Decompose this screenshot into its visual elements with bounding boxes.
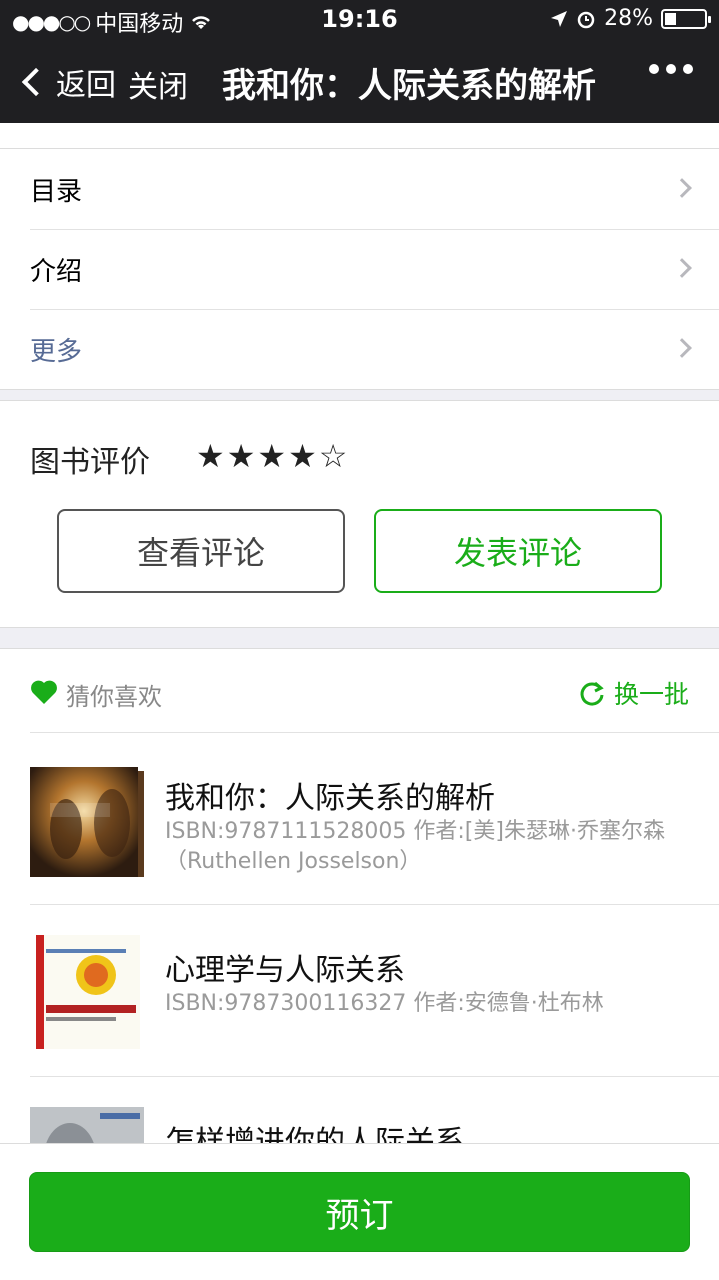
- star-filled-icon: ★: [257, 437, 287, 475]
- book-cover-image: [30, 935, 144, 1049]
- top-strip: [0, 123, 719, 148]
- more-dot-icon: [683, 64, 693, 74]
- alarm-icon: [577, 11, 595, 28]
- menu-item-label: 目录: [30, 176, 83, 207]
- location-arrow-icon: [551, 10, 568, 27]
- star-filled-icon: ★: [226, 437, 256, 475]
- book-title: 心理学与人际关系: [165, 953, 405, 988]
- back-button[interactable]: 返回: [18, 60, 116, 104]
- rating-label: 图书评价: [30, 445, 150, 480]
- battery-fill: [665, 12, 676, 25]
- more-dot-icon: [649, 64, 659, 74]
- book-title: 我和你：人际关系的解析: [165, 781, 495, 816]
- book-meta: ISBN:9787300116327 作者:安德鲁·杜布林: [165, 991, 604, 1016]
- rating-section: 图书评价 ★ ★ ★ ★ ☆ 查看评论 发表评论: [0, 400, 719, 628]
- page-title: 我和你：人际关系的解析: [222, 66, 596, 106]
- close-button[interactable]: 关闭: [128, 62, 188, 106]
- chevron-right-icon: [672, 338, 692, 358]
- post-review-button[interactable]: 发表评论: [374, 509, 662, 593]
- book-menu: 目录 介绍 更多: [0, 148, 719, 390]
- star-filled-icon: ★: [288, 437, 317, 475]
- star-rating: ★ ★ ★ ★ ☆: [196, 437, 347, 475]
- book-item[interactable]: 我和你：人际关系的解析 ISBN:9787111528005 作者:[美]朱瑟琳…: [0, 733, 719, 905]
- recommendations-section: 猜你喜欢 换一批 我和你：人际关系的解析 ISBN:9787111528005 …: [0, 648, 719, 1143]
- more-options-button[interactable]: [649, 64, 693, 74]
- star-empty-icon: ☆: [318, 437, 348, 475]
- heart-icon: [31, 680, 57, 704]
- menu-item-more[interactable]: 更多: [0, 309, 719, 389]
- view-reviews-button[interactable]: 查看评论: [57, 509, 345, 593]
- order-button[interactable]: 预订: [29, 1172, 690, 1252]
- refresh-button[interactable]: 换一批: [578, 675, 689, 711]
- book-title: 怎样增进你的人际关系: [165, 1125, 465, 1143]
- book-cover-image: [30, 767, 144, 877]
- chevron-right-icon: [672, 258, 692, 278]
- refresh-label: 换一批: [613, 680, 689, 709]
- refresh-icon: [580, 681, 604, 706]
- more-dot-icon: [666, 64, 676, 74]
- top-bar: ●●●○○ 中国移动 19:16 28% 返回 关闭 我和你：人际关系的解析: [0, 0, 719, 123]
- battery-icon: [661, 8, 711, 29]
- status-bar: ●●●○○ 中国移动 19:16 28%: [0, 0, 719, 40]
- book-item[interactable]: 怎样增进你的人际关系: [0, 1077, 719, 1143]
- book-cover-image: [30, 1107, 144, 1143]
- book-item[interactable]: 心理学与人际关系 ISBN:9787300116327 作者:安德鲁·杜布林: [0, 905, 719, 1077]
- menu-item-intro[interactable]: 介绍: [0, 229, 719, 309]
- book-cover: [30, 1107, 144, 1143]
- menu-item-catalog[interactable]: 目录: [0, 149, 719, 229]
- back-label: 返回: [56, 68, 116, 103]
- book-meta: ISBN:9787111528005 作者:[美]朱瑟琳·乔塞尔森（Ruthel…: [165, 819, 665, 874]
- star-filled-icon: ★: [196, 437, 225, 475]
- battery-percent: 28%: [604, 6, 653, 31]
- bottom-bar: 预订: [0, 1143, 719, 1280]
- nav-bar: 返回 关闭 我和你：人际关系的解析: [0, 40, 719, 123]
- chevron-left-icon: [21, 67, 51, 97]
- recommendations-title: 猜你喜欢: [66, 683, 162, 711]
- menu-item-label: 介绍: [30, 256, 83, 287]
- book-cover: [30, 935, 144, 1049]
- recommendations-header: 猜你喜欢 换一批: [0, 649, 719, 733]
- menu-item-label: 更多: [30, 336, 83, 367]
- status-right: 28%: [550, 6, 711, 31]
- book-cover: [30, 763, 144, 877]
- chevron-right-icon: [672, 178, 692, 198]
